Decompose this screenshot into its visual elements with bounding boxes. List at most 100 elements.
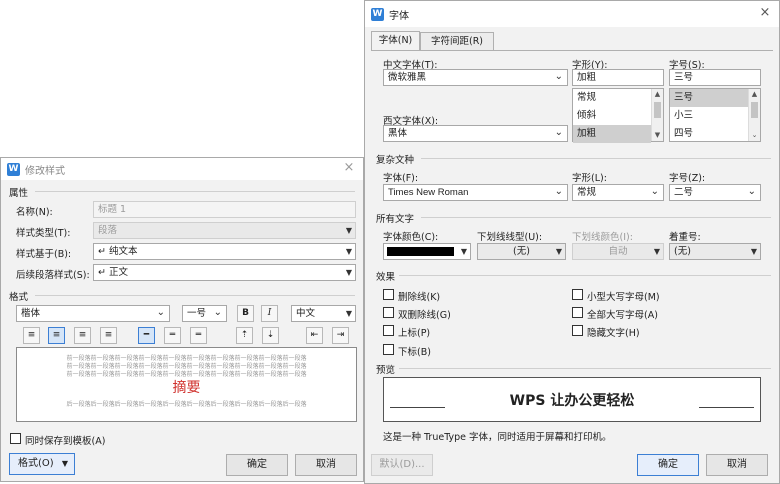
preview-section-label: 预览 [376, 365, 396, 376]
format-button[interactable]: 格式(O) ▼ [9, 453, 75, 475]
cn-font-value: 微软雅黑 [388, 72, 427, 83]
close-icon[interactable]: × [341, 160, 357, 176]
chevron-down-icon: ⌄ [650, 186, 659, 197]
save-to-template-label: 同时保存到模板(A) [25, 436, 106, 447]
list-item[interactable]: 三号 [670, 89, 748, 107]
cx-style-select[interactable]: 常规 ⌄ [572, 184, 664, 201]
format-button-label: 格式(O) [18, 458, 54, 469]
divider [421, 158, 771, 159]
style-list[interactable]: 常规 倾斜 加粗 ▲ ▼ [572, 88, 664, 143]
wps-logo-icon: W [371, 7, 384, 21]
cx-font-select[interactable]: Times New Roman ⌄ [383, 184, 568, 201]
scroll-down-icon[interactable]: ⌄ [749, 130, 760, 141]
align-center-icon[interactable]: ≡ [48, 327, 65, 344]
superscript-checkbox[interactable] [383, 325, 394, 336]
style-name-value: 标题 1 [98, 204, 127, 215]
bold-button[interactable]: B [237, 305, 254, 322]
language-value: 中文 [296, 308, 316, 319]
list-item[interactable]: 小三 [670, 107, 760, 125]
style-input[interactable]: 加粗 [572, 69, 664, 86]
list-item[interactable]: 四号 [670, 125, 760, 143]
chevron-down-icon: ⌄ [554, 71, 563, 82]
list-item[interactable]: 倾斜 [573, 107, 663, 125]
format-section-label: 格式 [9, 292, 29, 303]
double-spacing-icon[interactable]: ═ [190, 327, 207, 344]
underline-color-label: 下划线颜色(I): [572, 232, 633, 243]
list-item[interactable]: 常规 [573, 89, 663, 107]
strikethrough-checkbox[interactable] [383, 289, 394, 300]
font-color-select[interactable]: ▼ [383, 243, 471, 260]
double-strikethrough-checkbox[interactable] [383, 307, 394, 318]
cx-style-value: 常规 [577, 187, 597, 198]
close-icon[interactable]: × [757, 5, 773, 21]
all-caps-label: 全部大写字母(A) [587, 310, 658, 321]
based-on-select[interactable]: ↵ 纯文本 ▼ [93, 243, 356, 260]
scrollbar[interactable]: ▲ ▼ [651, 89, 663, 141]
underline-color-value: 自动 [608, 246, 628, 257]
size-input[interactable]: 三号 [669, 69, 761, 86]
divider [421, 217, 771, 218]
size-list[interactable]: 三号 小三 四号 ▲ ⌄ [669, 88, 761, 142]
list-item[interactable]: 加粗 [573, 125, 651, 143]
style-name-field[interactable]: 标题 1 [93, 201, 356, 218]
decrease-indent-icon[interactable]: ⇤ [306, 327, 323, 344]
dropdown-arrow-icon: ▼ [345, 226, 352, 235]
dropdown-arrow-icon: ▼ [653, 247, 660, 256]
modify-style-dialog: W 修改样式 × 属性 名称(N): 标题 1 样式类型(T): 段落 ▼ 样式基… [0, 157, 364, 482]
paragraph-toolbar: ≡ ≡ ≡ ≡ ━ ═ ═ ⇡ ⇣ ⇤ ⇥ [23, 327, 353, 344]
underline-select[interactable]: (无) ▼ [477, 243, 566, 260]
underline-color-select[interactable]: 自动 ▼ [572, 243, 664, 260]
small-caps-checkbox[interactable] [572, 289, 583, 300]
align-right-icon[interactable]: ≡ [74, 327, 91, 344]
next-style-select[interactable]: ↵ 正文 ▼ [93, 264, 356, 281]
increase-space-before-icon[interactable]: ⇡ [236, 327, 253, 344]
scroll-thumb[interactable] [751, 102, 758, 118]
language-select[interactable]: 中文 ▼ [291, 305, 356, 322]
ok-button[interactable]: 确定 [226, 454, 288, 476]
cancel-button[interactable]: 取消 [706, 454, 768, 476]
tab-font[interactable]: 字体(N) [371, 31, 420, 51]
one-half-spacing-icon[interactable]: ═ [164, 327, 181, 344]
dropdown-arrow-icon: ▼ [555, 247, 562, 256]
tab-char-spacing[interactable]: 字符间距(R) [420, 32, 494, 51]
superscript-label: 上标(P) [398, 328, 431, 339]
save-to-template-checkbox[interactable] [10, 433, 21, 444]
effects-section-label: 效果 [376, 272, 396, 283]
emphasis-select[interactable]: (无) ▼ [669, 243, 761, 260]
preview-heading: 摘要 [172, 380, 201, 396]
cancel-button[interactable]: 取消 [295, 454, 357, 476]
align-justify-icon[interactable]: ≡ [100, 327, 117, 344]
ok-button[interactable]: 确定 [637, 454, 699, 476]
scroll-up-icon[interactable]: ▲ [749, 89, 760, 100]
subscript-checkbox[interactable] [383, 344, 394, 355]
align-left-icon[interactable]: ≡ [23, 327, 40, 344]
truetype-note: 这是一种 TrueType 字体，同时适用于屏幕和打印机。 [383, 432, 612, 443]
font-select[interactable]: 楷体 ⌄ [16, 305, 170, 322]
cx-size-select[interactable]: 二号 ⌄ [669, 184, 761, 201]
scroll-up-icon[interactable]: ▲ [652, 89, 663, 100]
chevron-down-icon: ⌄ [156, 307, 165, 318]
font-value: 楷体 [21, 308, 41, 319]
style-type-select[interactable]: 段落 ▼ [93, 222, 356, 239]
style-type-value: 段落 [98, 225, 118, 236]
single-spacing-icon[interactable]: ━ [138, 327, 155, 344]
modify-style-titlebar: W 修改样式 × [1, 158, 363, 180]
increase-indent-icon[interactable]: ⇥ [332, 327, 349, 344]
style-type-label: 样式类型(T): [16, 228, 71, 239]
scroll-down-icon[interactable]: ▼ [652, 130, 663, 141]
size-select[interactable]: 一号 ⌄ [182, 305, 227, 322]
west-font-select[interactable]: 黑体 ⌄ [383, 125, 568, 142]
scroll-thumb[interactable] [654, 102, 661, 118]
all-caps-checkbox[interactable] [572, 307, 583, 318]
cn-font-select[interactable]: 微软雅黑 ⌄ [383, 69, 568, 86]
cx-size-value: 二号 [674, 187, 694, 198]
default-button[interactable]: 默认(D)... [371, 454, 433, 476]
color-swatch [387, 247, 454, 256]
decrease-space-before-icon[interactable]: ⇣ [262, 327, 279, 344]
scrollbar[interactable]: ▲ ⌄ [748, 89, 760, 141]
preview-text: WPS 让办公更轻松 [509, 393, 635, 409]
hidden-text-checkbox[interactable] [572, 325, 583, 336]
italic-button[interactable]: I [261, 305, 278, 322]
dropdown-arrow-icon: ▼ [750, 247, 757, 256]
modify-style-title: 修改样式 [25, 165, 65, 177]
